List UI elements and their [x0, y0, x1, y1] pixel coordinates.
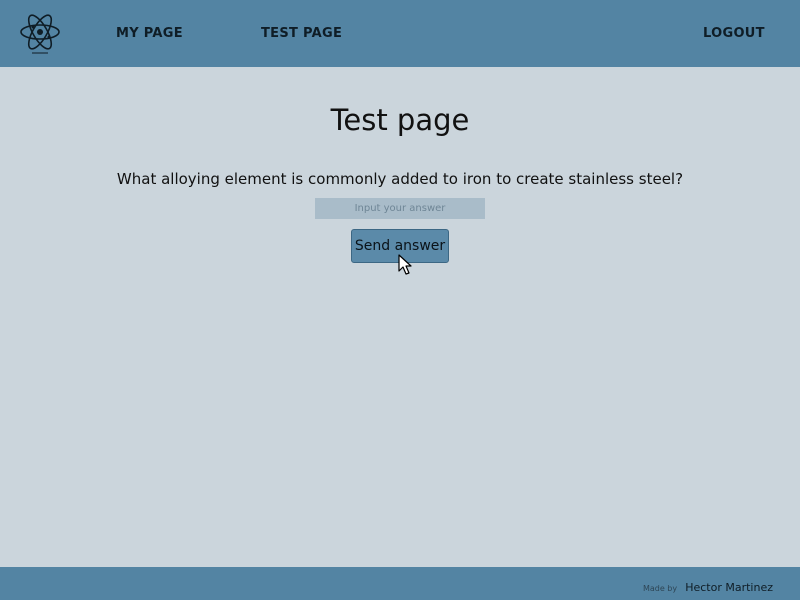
- top-nav-bar: MY PAGE TEST PAGE LOGOUT: [0, 0, 800, 67]
- answer-input[interactable]: [315, 198, 485, 219]
- question-text: What alloying element is commonly added …: [116, 170, 684, 188]
- mouse-pointer-icon: [398, 254, 412, 275]
- nav-logout-link[interactable]: LOGOUT: [703, 24, 765, 44]
- page-footer: Made by Hector Martinez: [0, 567, 800, 600]
- footer-credit: Made by Hector Martinez: [643, 576, 773, 595]
- atom-icon[interactable]: [19, 8, 61, 56]
- credit-prefix: Made by: [642, 584, 678, 593]
- nav-test-page-link[interactable]: TEST PAGE: [261, 24, 342, 44]
- page-title: Test page: [330, 103, 470, 137]
- test-page-content: Test page What alloying element is commo…: [0, 67, 800, 567]
- nav-my-page-link[interactable]: MY PAGE: [116, 24, 183, 44]
- credit-author-name: Hector Martinez: [685, 581, 773, 594]
